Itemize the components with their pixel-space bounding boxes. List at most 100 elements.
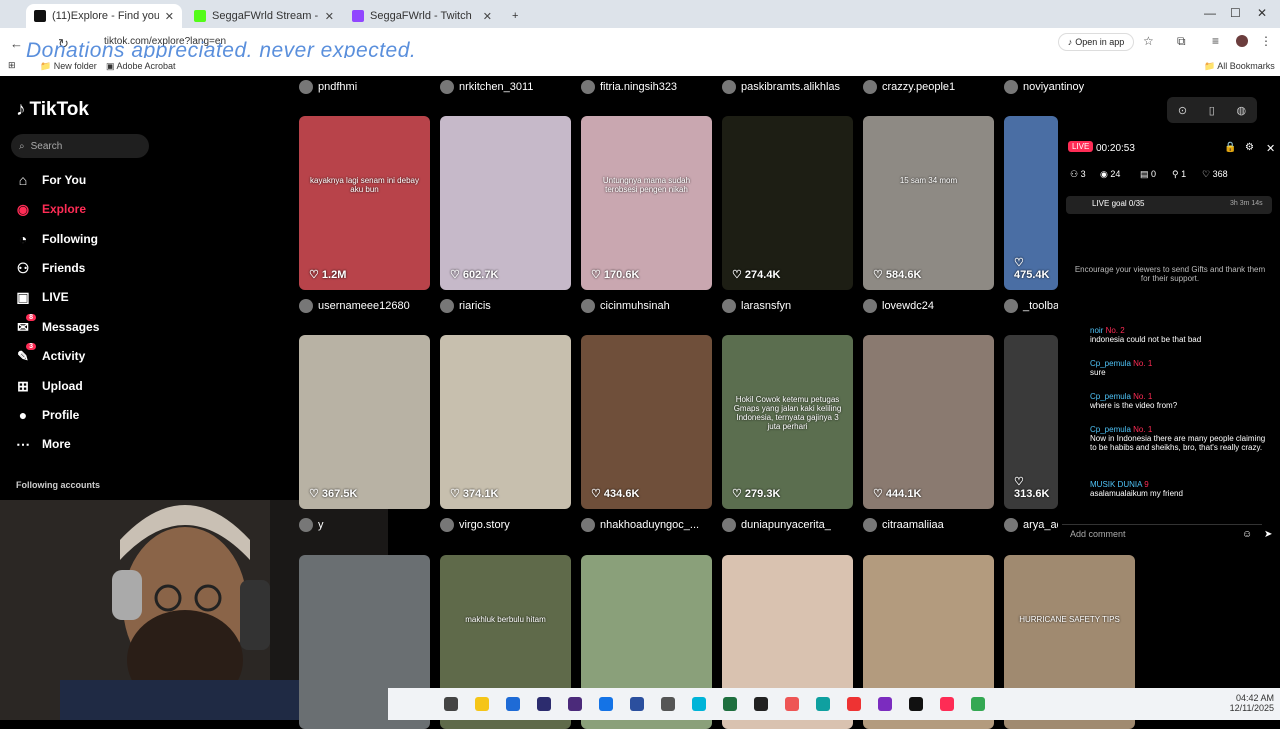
menu-list-icon[interactable]: ≡ bbox=[1212, 34, 1219, 48]
video-author[interactable]: usernameee12680 bbox=[299, 299, 435, 313]
add-comment-input[interactable]: Add comment bbox=[1062, 524, 1262, 546]
taskbar-app-icon[interactable] bbox=[475, 697, 489, 711]
top-username[interactable]: paskibramts.alikhlas bbox=[722, 80, 858, 94]
taskbar-app-icon[interactable] bbox=[537, 697, 551, 711]
open-in-app-button[interactable]: ♪ Open in app bbox=[1058, 33, 1134, 51]
video-card[interactable]: ♡ 444.1K bbox=[863, 335, 994, 509]
taskbar-app-icon[interactable] bbox=[661, 697, 675, 711]
tiktok-logo[interactable]: ♪ TikTok bbox=[16, 99, 89, 121]
avatar[interactable] bbox=[1236, 35, 1248, 47]
sidebar-item-label: Explore bbox=[42, 202, 87, 216]
sidebar-item-more[interactable]: ⋯ More bbox=[14, 433, 71, 455]
chat-message[interactable]: Cp_pemula No. 1 Now in Indonesia there ar… bbox=[1070, 425, 1270, 452]
video-author[interactable]: arya_adyp bbox=[1004, 518, 1058, 532]
video-author[interactable]: _toolbag_ bbox=[1004, 299, 1058, 313]
close-icon[interactable]: ✕ bbox=[483, 10, 492, 23]
all-bookmarks[interactable]: 📁 All Bookmarks bbox=[1204, 61, 1275, 72]
video-card[interactable]: ♡ 374.1K bbox=[440, 335, 571, 509]
video-card[interactable]: kayaknya lagi senam ini debay aku bun ♡ 1… bbox=[299, 116, 430, 290]
settings-icon[interactable]: ⊙ bbox=[1178, 104, 1187, 117]
video-card[interactable]: ♡ 475.4K bbox=[1004, 116, 1058, 290]
top-username[interactable]: nrkitchen_3011 bbox=[440, 80, 576, 94]
avatar bbox=[440, 299, 454, 313]
video-author[interactable]: virgo.story bbox=[440, 518, 576, 532]
video-card[interactable]: ♡ 602.7K bbox=[440, 116, 571, 290]
chat-message[interactable]: Cp_pemula No. 1 sure bbox=[1070, 359, 1270, 377]
top-username[interactable]: fitria.ningsih323 bbox=[581, 80, 717, 94]
video-card[interactable]: ♡ 367.5K bbox=[299, 335, 430, 509]
bookmark-adobe-acrobat[interactable]: ▣ Adobe Acrobat bbox=[106, 61, 176, 72]
sidebar-item-live[interactable]: ▣ LIVE bbox=[14, 286, 68, 308]
chat-message[interactable]: Cp_pemula No. 1 where is the video from? bbox=[1070, 392, 1270, 410]
sidebar-item-profile[interactable]: ● Profile bbox=[14, 404, 80, 426]
video-author[interactable]: nhakhoaduyngoc_... bbox=[581, 518, 717, 532]
taskbar-app-icon[interactable] bbox=[971, 697, 985, 711]
back-icon[interactable]: ← bbox=[10, 36, 23, 51]
chat-message[interactable]: noir No. 2 indonesia could not be that ba… bbox=[1070, 326, 1270, 344]
close-panel-icon[interactable]: ✕ bbox=[1266, 142, 1275, 155]
send-icon[interactable]: ➤ bbox=[1264, 529, 1272, 540]
kebab-menu-icon[interactable]: ⋮ bbox=[1260, 34, 1272, 48]
video-card[interactable]: ♡ 434.6K bbox=[581, 335, 712, 509]
emoji-icon[interactable]: ☺ bbox=[1242, 529, 1252, 540]
close-icon[interactable]: ✕ bbox=[165, 10, 174, 23]
sidebar-item-messages[interactable]: ✉ 8 Messages bbox=[14, 314, 99, 338]
new-tab-button[interactable]: + bbox=[504, 4, 524, 28]
phone-icon[interactable]: ▯ bbox=[1209, 104, 1215, 117]
top-username[interactable]: pndfhmi bbox=[299, 80, 435, 94]
taskbar-app-icon[interactable] bbox=[816, 697, 830, 711]
apps-icon[interactable]: ⊞ bbox=[8, 60, 16, 71]
taskbar-app-icon[interactable] bbox=[692, 697, 706, 711]
browser-tab-tiktok[interactable]: (11)Explore - Find your favourit ✕ bbox=[26, 4, 182, 28]
sidebar-item-activity[interactable]: ✎ 3 Activity bbox=[14, 343, 85, 367]
video-card[interactable]: Untungnya mama sudah terobsesi pengen ni… bbox=[581, 116, 712, 290]
taskbar-app-icon[interactable] bbox=[940, 697, 954, 711]
video-author[interactable]: cicinmuhsinah bbox=[581, 299, 717, 313]
minimize-icon[interactable]: — bbox=[1204, 6, 1216, 20]
taskbar-app-icon[interactable] bbox=[909, 697, 923, 711]
video-author[interactable]: citraamaliiaa bbox=[863, 518, 999, 532]
video-author[interactable]: lovewdc24 bbox=[863, 299, 999, 313]
chat-message[interactable]: MUSIK DUNIA 9 asalamualaikum my friend bbox=[1070, 480, 1270, 498]
video-card[interactable]: 15 sam 34 mom ♡ 584.6K bbox=[863, 116, 994, 290]
video-author[interactable]: y bbox=[299, 518, 435, 532]
video-card[interactable]: ♡ 274.4K bbox=[722, 116, 853, 290]
search-input[interactable]: ⌕ Search bbox=[11, 134, 149, 158]
video-card[interactable]: ♡ 313.6K bbox=[1004, 335, 1058, 509]
top-username[interactable]: noviyantinoy bbox=[1004, 80, 1140, 94]
taskbar-app-icon[interactable] bbox=[847, 697, 861, 711]
sidebar-item-following[interactable]: ◔ Following bbox=[14, 228, 98, 250]
taskbar-app-icon[interactable] bbox=[723, 697, 737, 711]
taskbar-app-icon[interactable] bbox=[599, 697, 613, 711]
globe-icon[interactable]: ◍ bbox=[1237, 104, 1247, 117]
star-icon[interactable]: ☆ bbox=[1143, 34, 1154, 48]
video-author[interactable]: riaricis bbox=[440, 299, 576, 313]
taskbar-app-icon[interactable] bbox=[878, 697, 892, 711]
lock-icon[interactable]: 🔒 bbox=[1224, 142, 1236, 153]
maximize-icon[interactable]: ☐ bbox=[1230, 6, 1241, 20]
taskbar-app-icon[interactable] bbox=[630, 697, 644, 711]
sidebar-item-upload[interactable]: ⊞ Upload bbox=[14, 375, 83, 397]
browser-tab-kick[interactable]: SeggaFWrld Stream - Watch Li ✕ bbox=[186, 4, 342, 28]
avatar bbox=[863, 518, 877, 532]
sidebar-item-friends[interactable]: ⚇ Friends bbox=[14, 257, 86, 279]
browser-tab-twitch[interactable]: SeggaFWrld - Twitch ✕ bbox=[344, 4, 500, 28]
stat-gifters: ⚇ 3 bbox=[1070, 169, 1086, 179]
top-username[interactable]: crazzy.people1 bbox=[863, 80, 999, 94]
taskbar-app-icon[interactable] bbox=[506, 697, 520, 711]
clock[interactable]: 04:42 AM 12/11/2025 bbox=[1224, 693, 1274, 713]
taskbar-app-icon[interactable] bbox=[785, 697, 799, 711]
taskbar-app-icon[interactable] bbox=[568, 697, 582, 711]
video-author[interactable]: duniapunyacerita_ bbox=[722, 518, 858, 532]
video-author[interactable]: larasnsfyn bbox=[722, 299, 858, 313]
sidebar-item-explore[interactable]: ◉ Explore bbox=[14, 198, 86, 220]
taskbar-app-icon[interactable] bbox=[444, 697, 458, 711]
extensions-icon[interactable]: ⧉ bbox=[1177, 34, 1186, 49]
bookmark-new-folder[interactable]: 📁 New folder bbox=[40, 61, 97, 72]
settings-gear-icon[interactable]: ⚙ bbox=[1245, 142, 1254, 153]
taskbar-app-icon[interactable] bbox=[754, 697, 768, 711]
video-card[interactable]: Hokil Cowok ketemu petugas Gmaps yang ja… bbox=[722, 335, 853, 509]
close-icon[interactable]: ✕ bbox=[325, 10, 334, 23]
window-close-icon[interactable]: ✕ bbox=[1257, 6, 1267, 20]
sidebar-item-for-you[interactable]: ⌂ For You bbox=[14, 169, 86, 191]
